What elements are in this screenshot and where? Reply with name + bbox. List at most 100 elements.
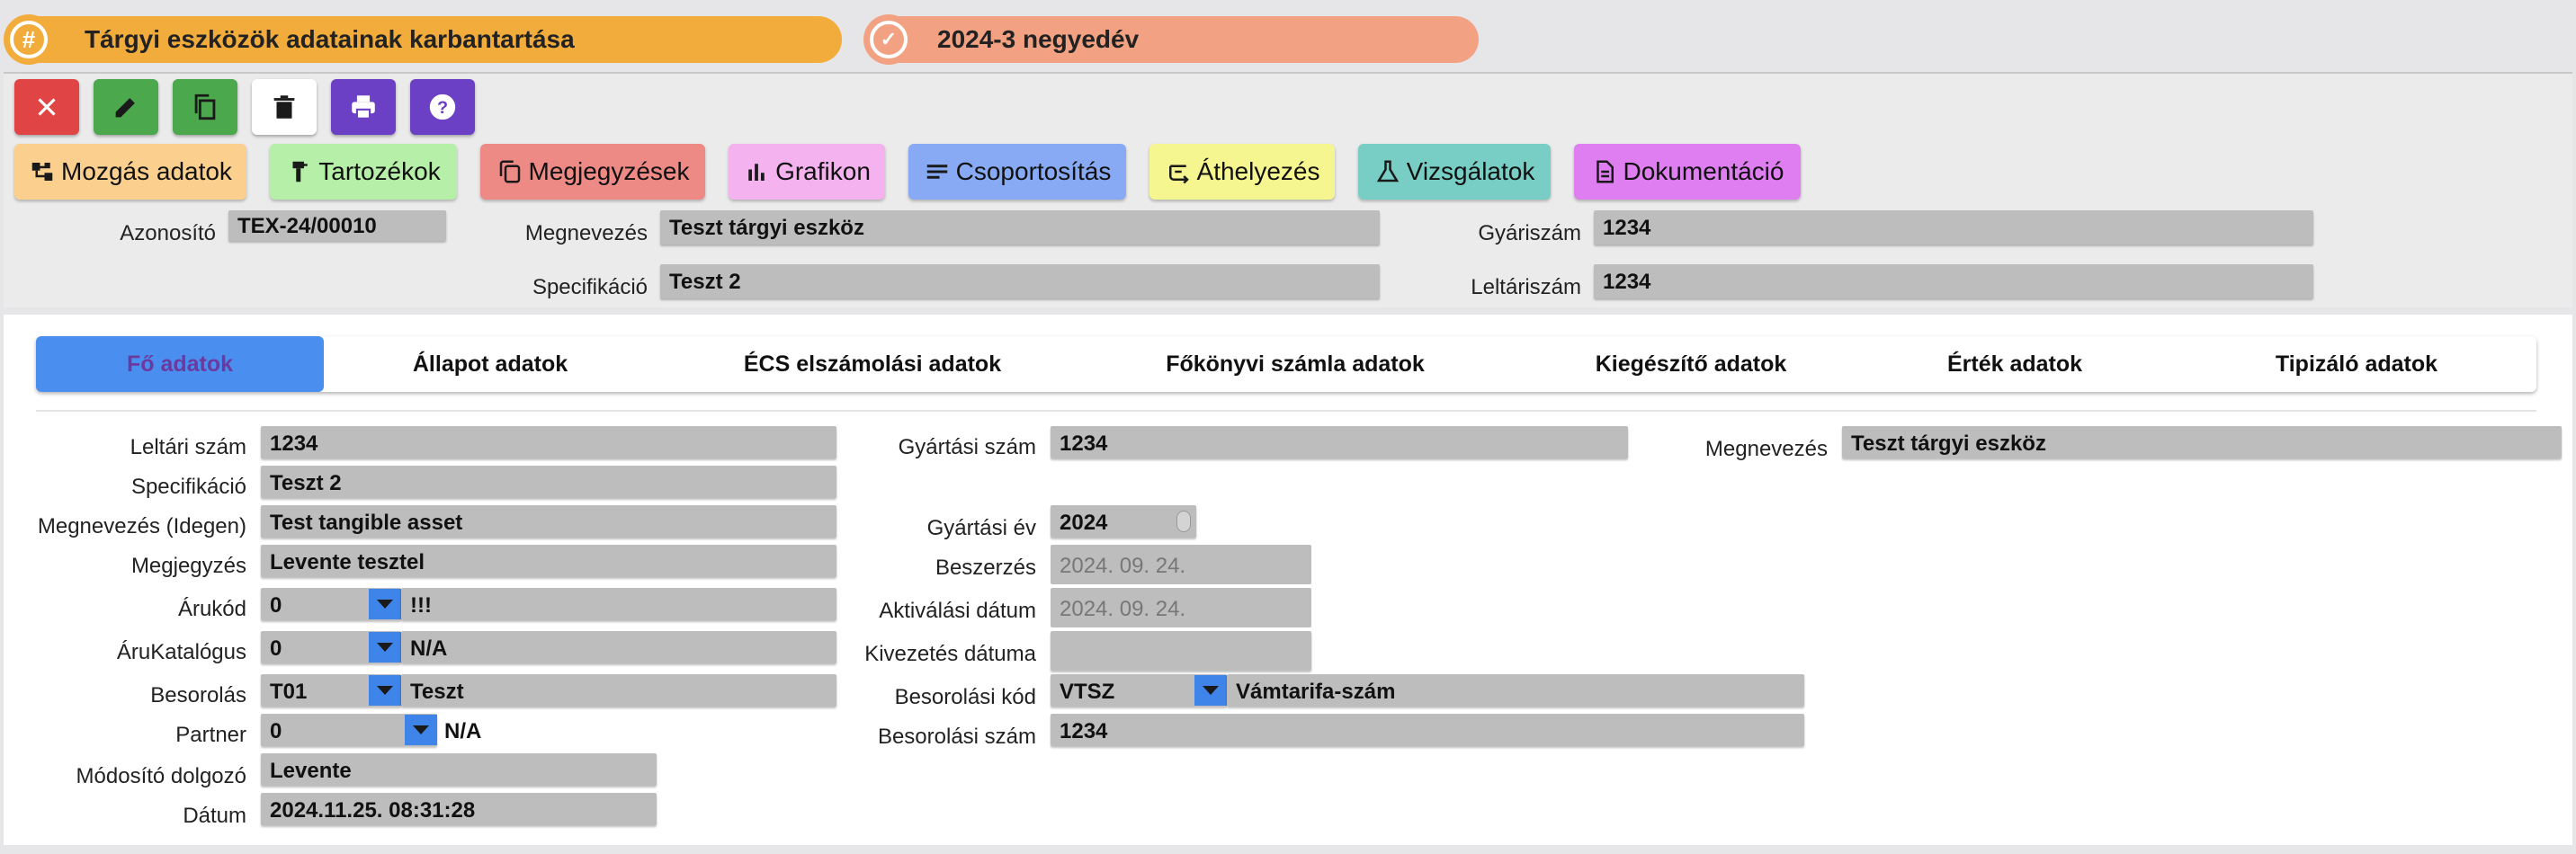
tab-fo-adatok[interactable]: Fő adatok [36, 336, 324, 392]
leltariszam-label: Leltáriszám [1471, 275, 1581, 299]
besorolas-label: Besorolás [150, 683, 246, 707]
arukod-dropdown-arrow[interactable] [369, 589, 401, 619]
tab-kiegeszito-adatok[interactable]: Kiegészítő adatok [1547, 336, 1835, 392]
besorolasi-kod-text: Vámtarifa-szám [1227, 674, 1804, 707]
nav-csoportositas-button[interactable]: Csoportosítás [908, 144, 1126, 200]
copy-icon [194, 93, 216, 120]
tab-tipizalo-adatok[interactable]: Tipizáló adatok [2213, 336, 2500, 392]
gyariszam-field[interactable]: 1234 [1594, 210, 2313, 245]
nav-grafikon-label: Grafikon [775, 157, 871, 185]
help-button[interactable]: ? [410, 79, 475, 135]
gyartasi-szam-field[interactable]: 1234 [1051, 426, 1628, 458]
tab-divider [36, 410, 2536, 412]
accessory-icon [292, 161, 309, 182]
arukod-label: Árukód [177, 597, 246, 621]
notes-icon [499, 160, 520, 183]
besorolas-text: Teszt [401, 674, 836, 707]
datum-field: 2024.11.25. 08:31:28 [261, 793, 657, 825]
arukatalogus-dropdown-arrow[interactable] [369, 632, 401, 663]
copy-button[interactable] [173, 79, 237, 135]
help-icon: ? [429, 93, 456, 120]
arukod-text: !!! [401, 588, 836, 620]
edit-button[interactable] [94, 79, 158, 135]
nav-grafikon-button[interactable]: Grafikon [729, 144, 885, 200]
azonosito-field[interactable]: TEX-24/00010 [228, 210, 446, 241]
tab-ecs-elszamolasi-adatok[interactable]: ÉCS elszámolási adatok [693, 336, 1052, 392]
partner-text: N/A [444, 719, 482, 743]
gyariszam-label: Gyáriszám [1478, 221, 1581, 245]
nav-megjegyzesek-label: Megjegyzések [528, 157, 690, 185]
besorolas-dropdown-arrow[interactable] [369, 675, 401, 706]
leltari-szam-label: Leltári szám [130, 435, 246, 459]
tab-ertek-adatok[interactable]: Érték adatok [1907, 336, 2123, 392]
megnevezes-idegen-field[interactable]: Test tangible asset [261, 505, 836, 538]
hash-icon: # [4, 14, 54, 65]
nav-vizsgalatok-button[interactable]: Vizsgálatok [1358, 144, 1551, 200]
tab-fokonyvi-szamla-adatok[interactable]: Főkönyvi számla adatok [1115, 336, 1475, 392]
nav-mozgas-button[interactable]: Mozgás adatok [14, 144, 246, 200]
tab-allapot-adatok[interactable]: Állapot adatok [360, 336, 621, 392]
tab-bar: Fő adatok Állapot adatok ÉCS elszámolási… [36, 336, 2536, 392]
check-badge-icon: ✓ [863, 14, 914, 65]
group-icon [926, 165, 947, 179]
megjegyzes-label: Megjegyzés [130, 554, 246, 578]
leltariszam-field[interactable]: 1234 [1594, 264, 2313, 298]
nav-tartozekok-button[interactable]: Tartozékok [270, 144, 457, 200]
delete-button[interactable] [252, 79, 317, 135]
besorolasi-kod-dropdown-arrow[interactable] [1194, 675, 1227, 706]
trash-icon [273, 95, 295, 119]
aktivalasi-date[interactable]: 2024. 09. 24. [1051, 588, 1311, 627]
megnevezes-form-field[interactable]: Teszt tárgyi eszköz [1842, 426, 2562, 458]
nav-dokumentacio-label: Dokumentáció [1623, 157, 1784, 185]
gyartasi-ev-label: Gyártási év [926, 516, 1036, 540]
gyartasi-szam-label: Gyártási szám [898, 435, 1036, 459]
nav-tartozekok-label: Tartozékok [318, 157, 441, 185]
nav-athelyezes-button[interactable]: Áthelyezés [1149, 144, 1335, 200]
besorolasi-szam-field[interactable]: 1234 [1051, 714, 1804, 746]
period-title: 2024-3 negyedév [937, 25, 1140, 53]
transfer-icon [1168, 165, 1189, 184]
besorolasi-kod-label: Besorolási kód [894, 685, 1036, 709]
year-spinner-icon[interactable] [1176, 511, 1191, 532]
module-title-pill: # Tárgyi eszközök adatainak karbantartás… [4, 14, 842, 65]
gyartasi-ev-field[interactable]: 2024 [1051, 505, 1196, 538]
aktivalasi-label: Aktiválási dátum [879, 599, 1036, 623]
document-icon [1596, 160, 1614, 183]
nav-mozgas-label: Mozgás adatok [61, 157, 232, 185]
modosito-field: Levente [261, 753, 657, 786]
specifikacio-form-field[interactable]: Teszt 2 [261, 466, 836, 498]
print-button[interactable] [331, 79, 396, 135]
flask-icon [1376, 160, 1399, 182]
nav-megjegyzesek-button[interactable]: Megjegyzések [480, 144, 705, 200]
partner-dropdown-arrow[interactable] [405, 715, 437, 745]
datum-label: Dátum [183, 804, 246, 828]
specifikacio-label: Specifikáció [532, 275, 648, 299]
chart-icon [748, 164, 765, 181]
module-title: Tárgyi eszközök adatainak karbantartása [85, 25, 575, 53]
close-icon [38, 98, 56, 116]
partner-label: Partner [175, 723, 246, 747]
edit-icon [115, 98, 135, 118]
close-button[interactable] [14, 79, 79, 135]
svg-text:?: ? [437, 98, 448, 118]
arukatalogus-label: ÁruKatalógus [116, 640, 246, 664]
megnevezes-field[interactable]: Teszt tárgyi eszköz [660, 210, 1380, 245]
megnevezes-form-label: Megnevezés [1704, 437, 1828, 461]
beszerzes-label: Beszerzés [935, 556, 1036, 580]
nav-dokumentacio-button[interactable]: Dokumentáció [1574, 144, 1801, 200]
specifikacio-form-label: Specifikáció [130, 475, 246, 499]
kivezetes-date[interactable] [1051, 631, 1311, 671]
arukatalogus-text: N/A [401, 631, 836, 663]
nav-csoportositas-label: Csoportosítás [955, 157, 1112, 185]
megnevezes-idegen-label: Megnevezés (Idegen) [37, 514, 246, 538]
period-pill: ✓ 2024-3 negyedév [863, 14, 1479, 65]
azonosito-label: Azonosító [120, 221, 216, 245]
nav-vizsgalatok-label: Vizsgálatok [1406, 157, 1535, 185]
leltari-szam-field[interactable]: 1234 [261, 426, 836, 458]
besorolasi-szam-label: Besorolási szám [877, 725, 1036, 749]
movement-icon [31, 163, 53, 181]
megjegyzes-field[interactable]: Levente tesztel [261, 545, 836, 577]
print-icon [352, 95, 375, 120]
beszerzes-date[interactable]: 2024. 09. 24. [1051, 545, 1311, 584]
specifikacio-field[interactable]: Teszt 2 [660, 264, 1380, 298]
